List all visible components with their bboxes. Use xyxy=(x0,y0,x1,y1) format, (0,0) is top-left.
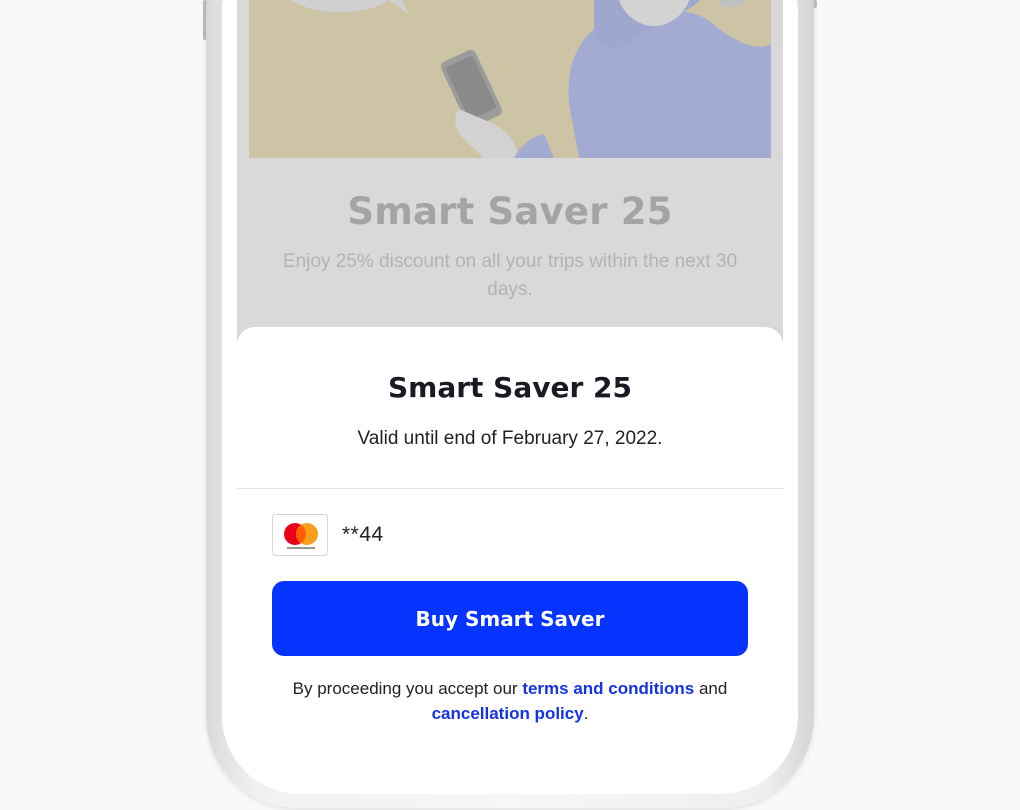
divider xyxy=(237,488,783,489)
background-description: Enjoy 25% discount on all your trips wit… xyxy=(282,251,738,300)
terms-and-conditions-link[interactable]: terms and conditions xyxy=(522,679,694,698)
terms-middle: and xyxy=(694,679,728,698)
phone-frame: Smart Saver 25 Enjoy 25% discount on all… xyxy=(206,0,814,808)
terms-notice: By proceeding you accept our terms and c… xyxy=(267,676,753,726)
validity-text: Valid until end of February 27, 2022. xyxy=(357,428,663,449)
hero-illustration xyxy=(249,0,771,158)
sheet-title: Smart Saver 25 xyxy=(387,371,632,404)
buy-smart-saver-button[interactable]: Buy Smart Saver xyxy=(272,581,748,656)
background-title: Smart Saver 25 xyxy=(347,190,673,233)
phone-screen: Smart Saver 25 Enjoy 25% discount on all… xyxy=(222,0,798,794)
cancellation-policy-link[interactable]: cancellation policy xyxy=(432,704,584,723)
terms-prefix: By proceeding you accept our xyxy=(292,679,523,698)
mastercard-icon xyxy=(272,514,328,556)
card-number: **44 xyxy=(342,523,384,546)
app-stage: Smart Saver 25 Enjoy 25% discount on all… xyxy=(0,0,1020,810)
payment-method-selector[interactable]: **44 xyxy=(272,513,384,557)
purchase-bottom-sheet: Smart Saver 25 Valid until end of Februa… xyxy=(237,327,783,794)
terms-suffix: . xyxy=(583,704,589,723)
